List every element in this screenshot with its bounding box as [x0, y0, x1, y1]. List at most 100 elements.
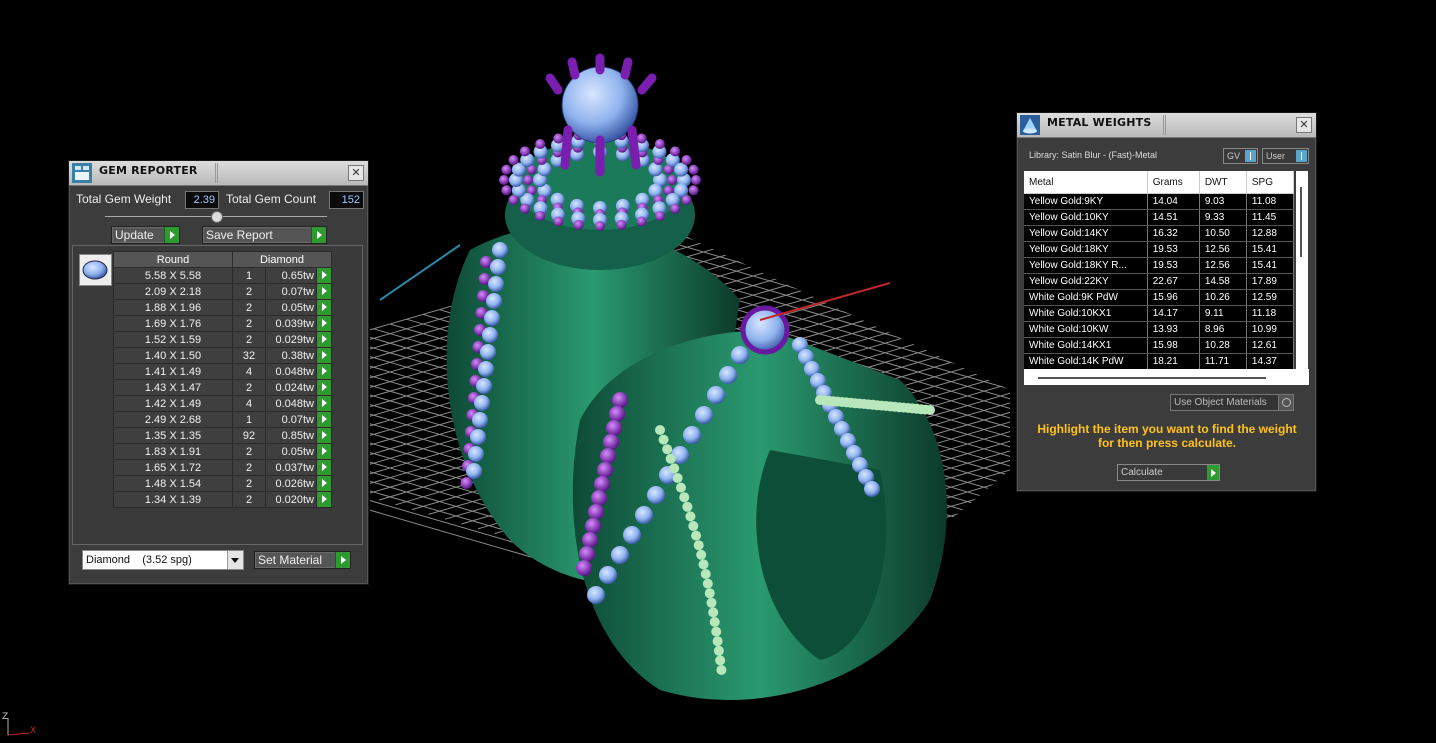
- gem-weight-cell: 0.024tw: [265, 379, 317, 396]
- instruction-message: Highlight the item you want to find the …: [1037, 422, 1297, 450]
- metal-spg-cell: 12.59: [1246, 289, 1294, 306]
- gem-table-row[interactable]: 5.58 X 5.58 1 0.65tw: [113, 267, 332, 284]
- use-object-materials-option[interactable]: Use Object Materials: [1170, 394, 1294, 411]
- calculate-button-label: Calculate: [1121, 467, 1163, 478]
- gem-count-cell: 2: [232, 475, 266, 492]
- metal-grams-cell: 19.53: [1147, 241, 1200, 258]
- row-go-button[interactable]: [316, 395, 332, 412]
- library-label: Library: Satin Blur - (Fast)-Metal: [1029, 150, 1158, 160]
- metal-spg-cell: 15.41: [1246, 241, 1294, 258]
- metal-table-row[interactable]: Yellow Gold:18KY R... 19.53 12.56 15.41: [1024, 257, 1294, 274]
- gem-count-cell: 2: [232, 283, 266, 300]
- gem-table-row[interactable]: 1.69 X 1.76 2 0.039tw: [113, 315, 332, 332]
- gem-table-row[interactable]: 1.65 X 1.72 2 0.037tw: [113, 459, 332, 476]
- metal-weight-icon: [1020, 115, 1040, 135]
- row-go-button[interactable]: [316, 443, 332, 460]
- gem-report-icon: [72, 163, 92, 183]
- metal-table: Metal Grams DWT SPG Yellow Gold:9KY 14.04…: [1024, 171, 1294, 369]
- gem-table-row[interactable]: 1.88 X 1.96 2 0.05tw: [113, 299, 332, 316]
- row-go-button[interactable]: [316, 299, 332, 316]
- row-go-button[interactable]: [316, 459, 332, 476]
- gem-weight-cell: 0.38tw: [265, 347, 317, 364]
- metal-metal-cell: White Gold:14KX1: [1024, 337, 1148, 354]
- material-select[interactable]: Diamond (3.52 spg): [82, 550, 244, 570]
- gem-table-row[interactable]: 1.48 X 1.54 2 0.026tw: [113, 475, 332, 492]
- row-go-button[interactable]: [316, 427, 332, 444]
- gem-table-row[interactable]: 2.09 X 2.18 2 0.07tw: [113, 283, 332, 300]
- save-report-button[interactable]: Save Report: [202, 226, 327, 244]
- gem-count-cell: 4: [232, 363, 266, 380]
- gem-table-row[interactable]: 1.40 X 1.50 32 0.38tw: [113, 347, 332, 364]
- metal-metal-cell: Yellow Gold:14KY: [1024, 225, 1148, 242]
- row-go-button[interactable]: [316, 491, 332, 508]
- column-header-dwt: DWT: [1199, 171, 1247, 194]
- gem-table-row[interactable]: 1.34 X 1.39 2 0.020tw: [113, 491, 332, 508]
- row-go-button[interactable]: [316, 475, 332, 492]
- metal-table-row[interactable]: White Gold:14K PdW 18.21 11.71 14.37: [1024, 353, 1294, 369]
- gem-weight-cell: 0.048tw: [265, 395, 317, 412]
- metal-table-row[interactable]: White Gold:10KW 13.93 8.96 10.99: [1024, 321, 1294, 338]
- metal-table-row[interactable]: White Gold:9K PdW 15.96 10.26 12.59: [1024, 289, 1294, 306]
- splitter-handle[interactable]: [105, 211, 327, 223]
- row-go-button[interactable]: [316, 379, 332, 396]
- row-go-button[interactable]: [316, 363, 332, 380]
- metal-grams-cell: 15.96: [1147, 289, 1200, 306]
- gem-table-row[interactable]: 1.41 X 1.49 4 0.048tw: [113, 363, 332, 380]
- metal-dwt-cell: 10.28: [1199, 337, 1247, 354]
- set-material-button[interactable]: Set Material: [254, 551, 351, 569]
- metal-table-row[interactable]: White Gold:14KX1 15.98 10.28 12.61: [1024, 337, 1294, 354]
- radio-icon[interactable]: [1278, 394, 1294, 411]
- gem-table-row[interactable]: 1.43 X 1.47 2 0.024tw: [113, 379, 332, 396]
- metal-table-row[interactable]: Yellow Gold:9KY 14.04 9.03 11.08: [1024, 193, 1294, 210]
- gem-table-row[interactable]: 1.35 X 1.35 92 0.85tw: [113, 427, 332, 444]
- metal-table-row[interactable]: Yellow Gold:14KY 16.32 10.50 12.88: [1024, 225, 1294, 242]
- metal-table-row[interactable]: Yellow Gold:22KY 22.67 14.58 17.89: [1024, 273, 1294, 290]
- metal-metal-cell: Yellow Gold:22KY: [1024, 273, 1148, 290]
- metal-table-row[interactable]: Yellow Gold:10KY 14.51 9.33 11.45: [1024, 209, 1294, 226]
- metal-table-vertical-scrollbar[interactable]: [1296, 171, 1308, 369]
- material-select-value: Diamond (3.52 spg): [86, 554, 192, 566]
- gem-table-row[interactable]: 2.49 X 2.68 1 0.07tw: [113, 411, 332, 428]
- gem-table-row[interactable]: 1.83 X 1.91 2 0.05tw: [113, 443, 332, 460]
- update-button[interactable]: Update: [111, 226, 180, 244]
- row-go-button[interactable]: [316, 347, 332, 364]
- user-toggle[interactable]: User: [1262, 148, 1309, 164]
- gem-weight-cell: 0.037tw: [265, 459, 317, 476]
- gem-table-row[interactable]: 1.52 X 1.59 2 0.029tw: [113, 331, 332, 348]
- chevron-down-icon[interactable]: [227, 551, 243, 569]
- metal-metal-cell: White Gold:9K PdW: [1024, 289, 1148, 306]
- metal-weights-title: METAL WEIGHTS: [1047, 116, 1152, 129]
- gem-table: Round Diamond 5.58 X 5.58 1 0.65tw 2.09 X 2…: [113, 251, 332, 508]
- gem-table-row[interactable]: 1.42 X 1.49 4 0.048tw: [113, 395, 332, 412]
- row-go-button[interactable]: [316, 315, 332, 332]
- metal-table-horizontal-scrollbar[interactable]: [1024, 369, 1309, 385]
- gem-size-cell: 1.42 X 1.49: [113, 395, 233, 412]
- total-gem-count-value: 152: [329, 191, 364, 209]
- metal-grams-cell: 14.51: [1147, 209, 1200, 226]
- gem-count-cell: 2: [232, 315, 266, 332]
- gem-size-cell: 2.49 X 2.68: [113, 411, 233, 428]
- close-icon[interactable]: ✕: [348, 165, 364, 181]
- gv-toggle[interactable]: GV: [1223, 148, 1258, 164]
- gem-count-cell: 2: [232, 459, 266, 476]
- metal-table-row[interactable]: White Gold:10KX1 14.17 9.11 11.18: [1024, 305, 1294, 322]
- total-gem-weight-value: 2.39: [185, 191, 219, 209]
- gem-size-cell: 1.35 X 1.35: [113, 427, 233, 444]
- round-gem-icon[interactable]: [79, 254, 112, 286]
- gem-count-cell: 2: [232, 379, 266, 396]
- metal-spg-cell: 11.18: [1246, 305, 1294, 322]
- metal-grams-cell: 15.98: [1147, 337, 1200, 354]
- row-go-button[interactable]: [316, 331, 332, 348]
- metal-table-row[interactable]: Yellow Gold:18KY 19.53 12.56 15.41: [1024, 241, 1294, 258]
- close-icon[interactable]: ✕: [1296, 117, 1312, 133]
- calculate-button[interactable]: Calculate: [1117, 464, 1220, 481]
- gem-count-cell: 1: [232, 411, 266, 428]
- gem-size-cell: 1.40 X 1.50: [113, 347, 233, 364]
- row-go-button[interactable]: [316, 267, 332, 284]
- row-go-button[interactable]: [316, 283, 332, 300]
- row-go-button[interactable]: [316, 411, 332, 428]
- metal-weights-titlebar[interactable]: METAL WEIGHTS ✕: [1017, 113, 1316, 138]
- gem-reporter-titlebar[interactable]: GEM REPORTER ✕: [69, 161, 368, 186]
- column-header-metal: Metal: [1024, 171, 1148, 194]
- gem-weight-cell: 0.048tw: [265, 363, 317, 380]
